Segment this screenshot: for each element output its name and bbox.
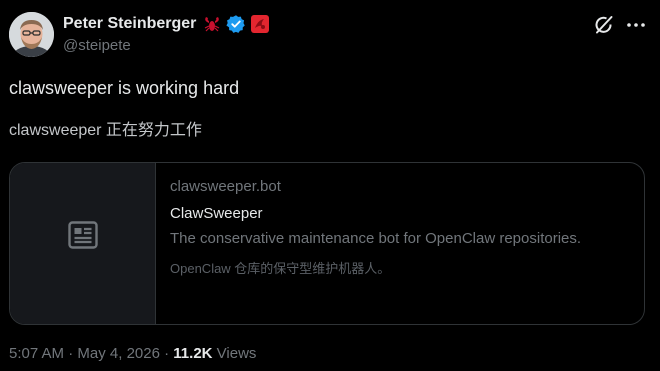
red-box-icon (250, 14, 270, 34)
link-card-body: clawsweeper.bot ClawSweeper The conserva… (170, 177, 630, 278)
meta-separator: · (68, 345, 74, 362)
views-label: Views (216, 345, 257, 362)
link-preview-card[interactable]: clawsweeper.bot ClawSweeper The conserva… (9, 162, 645, 325)
tweet-meta: 5:07 AM · May 4, 2026 · 11.2K Views (9, 345, 256, 362)
author-handle[interactable]: @steipete (63, 37, 131, 54)
tweet: Peter Steinberger @steipete clawsweeper … (0, 0, 660, 371)
grok-icon (595, 16, 613, 34)
meta-separator-2: · (164, 345, 170, 362)
tweet-date[interactable]: May 4, 2026 (77, 345, 160, 362)
link-card-description: The conservative maintenance bot for Ope… (170, 230, 582, 247)
avatar-photo-icon (9, 12, 54, 57)
author-display-name[interactable]: Peter Steinberger (63, 15, 196, 33)
link-card-thumbnail (10, 163, 156, 324)
lobster-icon (202, 14, 222, 34)
views-count[interactable]: 11.2K (173, 345, 212, 362)
avatar[interactable] (9, 12, 54, 57)
tweet-text: clawsweeper is working hard (9, 78, 240, 98)
more-options-button[interactable] (624, 13, 648, 37)
link-card-domain: clawsweeper.bot (170, 178, 281, 195)
news-article-icon (68, 221, 98, 249)
tweet-translated-text: clawsweeper 正在努力工作 (9, 122, 202, 139)
grok-button[interactable] (592, 13, 616, 37)
tweet-time[interactable]: 5:07 AM (9, 345, 64, 362)
author-name-row: Peter Steinberger (63, 13, 270, 35)
more-options-icon (627, 23, 645, 27)
link-card-title: ClawSweeper (170, 205, 263, 222)
link-card-translated-description: OpenClaw 仓库的保守型维护机器人。 (170, 261, 391, 276)
verified-badge-icon[interactable] (226, 14, 246, 34)
